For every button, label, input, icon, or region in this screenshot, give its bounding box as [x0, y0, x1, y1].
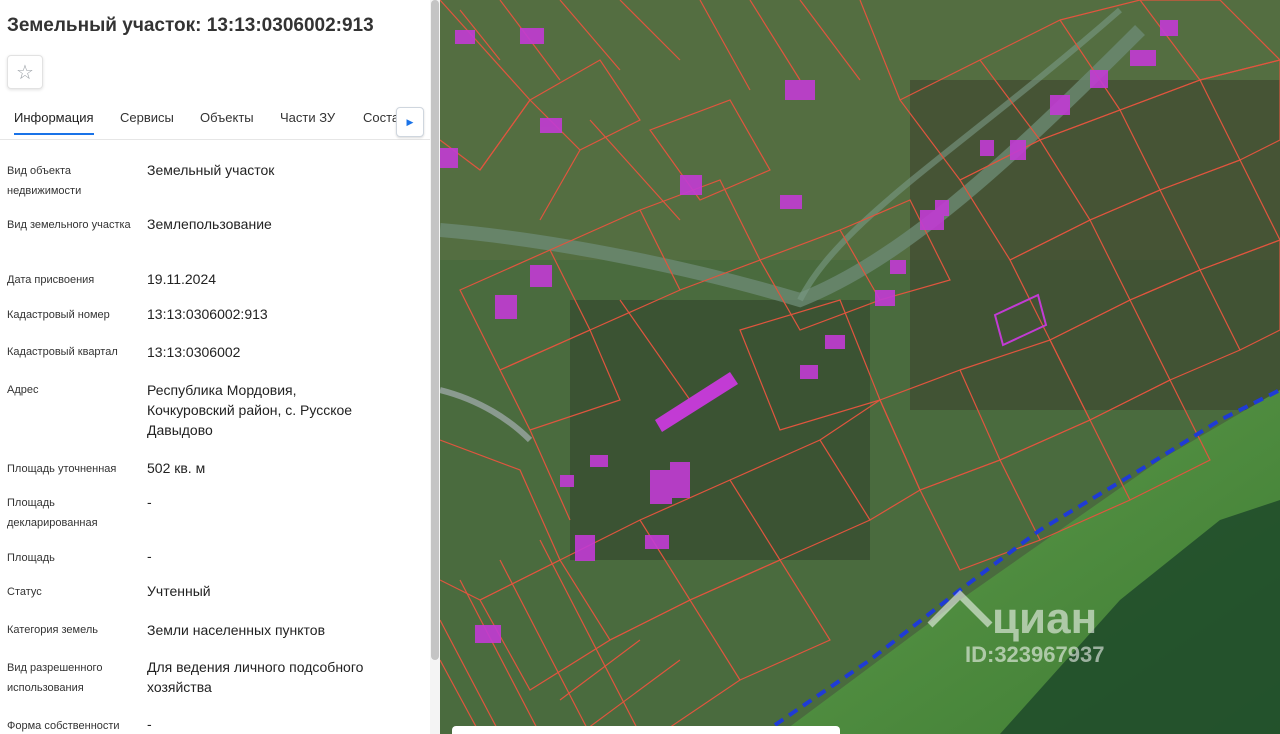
- area-specified-value: 502 кв. м: [147, 460, 206, 476]
- map-bottom-bar: [452, 726, 840, 734]
- cadastral-quarter-value: 13:13:0306002: [147, 344, 241, 360]
- cadastral-map[interactable]: циан ID:323967937: [440, 0, 1280, 734]
- tab-composition[interactable]: Соста: [363, 110, 399, 133]
- map-canvas[interactable]: циан ID:323967937: [440, 0, 1280, 734]
- tab-services[interactable]: Сервисы: [120, 110, 174, 133]
- property-type-value: Земельный участок: [147, 162, 275, 178]
- address-value: Республика Мордовия, Кочкуровский район,…: [147, 382, 353, 438]
- tab-objects[interactable]: Объекты: [200, 110, 254, 133]
- status-value: Учтенный: [147, 583, 211, 599]
- scrollbar-thumb[interactable]: [431, 0, 439, 660]
- info-panel: Земельный участок: 13:13:0306002:913 ☆ И…: [0, 0, 430, 734]
- land-type-value: Землепользование: [147, 216, 272, 232]
- panel-scrollbar[interactable]: [430, 0, 440, 734]
- area-declared-value: -: [147, 494, 152, 510]
- area-declared-label: Площадь декларированная: [7, 497, 98, 529]
- address-label: Адрес: [7, 384, 39, 396]
- permitted-use-value: Для ведения личного подсобного хозяйства: [147, 659, 364, 695]
- tab-land-parts[interactable]: Части ЗУ: [280, 110, 335, 133]
- watermark-brand: циан: [992, 594, 1097, 643]
- area-label: Площадь: [7, 552, 55, 564]
- assignment-date-label: Дата присвоения: [7, 274, 95, 286]
- watermark-id: ID:323967937: [965, 642, 1104, 667]
- permitted-use-label: Вид разрешенного использования: [7, 662, 103, 694]
- land-category-value: Земли населенных пунктов: [147, 622, 326, 638]
- tab-information[interactable]: Информация: [14, 110, 94, 135]
- property-type-label: Вид объекта недвижимости: [7, 165, 82, 197]
- favorite-button[interactable]: ☆: [7, 55, 43, 89]
- assignment-date-value: 19.11.2024: [147, 271, 217, 287]
- area-specified-label: Площадь уточненная: [7, 463, 117, 475]
- ownership-form-value: -: [147, 716, 152, 732]
- tabs-next-button[interactable]: ▶: [396, 107, 424, 137]
- ownership-form-label: Форма собственности: [7, 720, 120, 732]
- cadastral-quarter-label: Кадастровый квартал: [7, 346, 118, 358]
- cadastral-number-label: Кадастровый номер: [7, 309, 110, 321]
- land-type-label: Вид земельного участка: [7, 219, 131, 231]
- chevron-right-icon: ▶: [406, 116, 414, 127]
- area-value: -: [147, 548, 152, 564]
- status-label: Статус: [7, 586, 42, 598]
- land-category-label: Категория земель: [7, 624, 98, 636]
- page-title: Земельный участок: 13:13:0306002:913: [7, 15, 374, 36]
- tab-bar: Информация Сервисы Объекты Части ЗУ Сост…: [0, 108, 430, 140]
- star-icon: ☆: [16, 61, 34, 84]
- cadastral-number-value: 13:13:0306002:913: [147, 306, 268, 322]
